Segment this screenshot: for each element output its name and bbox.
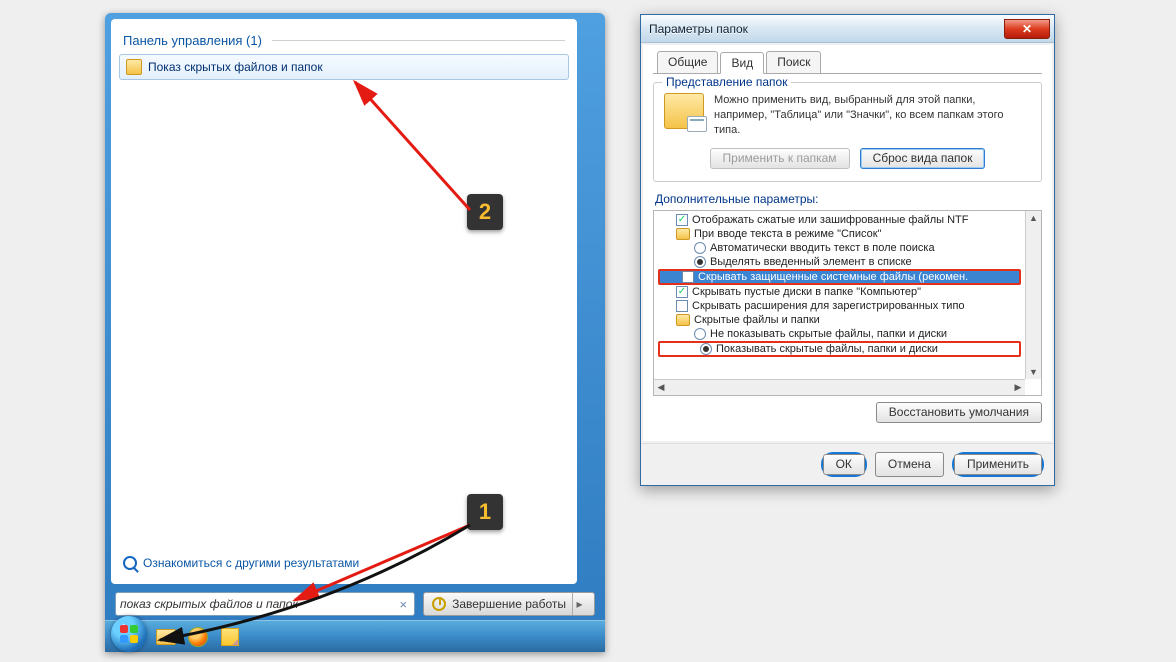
scroll-up-icon[interactable]: ▲: [1027, 211, 1041, 225]
clear-search-button[interactable]: ×: [397, 597, 411, 612]
scroll-down-icon[interactable]: ▼: [1027, 365, 1041, 379]
power-icon: [432, 597, 446, 611]
apply-to-folders-button: Применить к папкам: [710, 148, 850, 169]
folder-views-group: Представление папок Можно применить вид,…: [653, 82, 1042, 182]
start-menu-bottom-bar: × Завершение работы ▸: [111, 584, 599, 618]
vertical-scrollbar[interactable]: ▲ ▼: [1025, 211, 1041, 379]
radio-selected-icon: [694, 256, 706, 268]
ok-button[interactable]: ОК: [823, 454, 865, 475]
folder-options-icon: [126, 59, 142, 75]
restore-defaults-row: Восстановить умолчания: [653, 402, 1042, 423]
opt-hide-empty-drives[interactable]: ✓Скрывать пустые диски в папке "Компьюте…: [654, 285, 1025, 299]
cancel-button[interactable]: Отмена: [875, 452, 944, 477]
restore-defaults-button[interactable]: Восстановить умолчания: [876, 402, 1042, 423]
radio-icon: [694, 328, 706, 340]
close-icon: ✕: [1022, 22, 1032, 36]
checkbox-icon: ✓: [676, 214, 688, 226]
start-button[interactable]: [111, 616, 147, 652]
folder-views-group-title: Представление папок: [662, 75, 791, 89]
taskbar-sticky-notes[interactable]: [217, 626, 243, 648]
shutdown-button[interactable]: Завершение работы ▸: [423, 592, 595, 616]
folder-icon: [664, 93, 704, 129]
folder-icon: [676, 314, 690, 326]
folder-overlay-icon: [687, 116, 707, 132]
callout-2: 2: [467, 194, 503, 230]
taskbar-explorer[interactable]: [153, 626, 179, 648]
advanced-settings-tree[interactable]: ✓Отображать сжатые или зашифрованные фай…: [654, 211, 1025, 379]
tab-strip: Общие Вид Поиск: [653, 51, 1042, 74]
see-more-results-link[interactable]: Ознакомиться с другими результатами: [119, 550, 569, 578]
sticky-notes-icon: [221, 628, 239, 646]
folder-views-buttons: Применить к папкам Сброс вида папок: [664, 148, 1031, 169]
divider: [272, 40, 565, 41]
opt-dont-show-hidden[interactable]: Не показывать скрытые файлы, папки и дис…: [654, 327, 1025, 341]
results-category-header: Панель управления (1): [119, 25, 569, 52]
folder-icon: [676, 228, 690, 240]
start-menu: Панель управления (1) Показ скрытых файл…: [105, 13, 605, 652]
folder-views-desc: Можно применить вид, выбранный для этой …: [664, 93, 1031, 138]
opt-hide-protected[interactable]: ✓Скрывать защищенные системные файлы (ре…: [658, 269, 1021, 285]
search-icon: [123, 556, 137, 570]
explorer-icon: [156, 629, 176, 645]
checkbox-unchecked-icon: ✓: [682, 271, 694, 283]
callout-1: 1: [467, 494, 503, 530]
checkbox-unchecked-icon: ✓: [676, 300, 688, 312]
opt-ntfs-colors[interactable]: ✓Отображать сжатые или зашифрованные фай…: [654, 213, 1025, 227]
more-results-label: Ознакомиться с другими результатами: [143, 556, 359, 570]
windows-logo-icon: [120, 625, 138, 643]
shutdown-label: Завершение работы: [452, 597, 566, 611]
radio-selected-icon: [700, 343, 712, 355]
advanced-settings-list: ✓Отображать сжатые или зашифрованные фай…: [653, 210, 1042, 396]
checkbox-icon: ✓: [676, 286, 688, 298]
scroll-left-icon[interactable]: ◀: [654, 380, 668, 394]
scroll-right-icon[interactable]: ▶: [1011, 380, 1025, 394]
opt-list-mode-group: При вводе текста в режиме "Список": [654, 227, 1025, 241]
result-label: Показ скрытых файлов и папок: [148, 60, 323, 74]
apply-button[interactable]: Применить: [954, 454, 1042, 475]
opt-highlight-item[interactable]: Выделять введенный элемент в списке: [654, 255, 1025, 269]
result-show-hidden-files[interactable]: Показ скрытых файлов и папок: [119, 54, 569, 80]
highlight-ok: ОК: [821, 452, 867, 477]
spacer: [119, 82, 569, 550]
opt-hidden-group: Скрытые файлы и папки: [654, 313, 1025, 327]
reset-folder-views-button[interactable]: Сброс вида папок: [860, 148, 986, 169]
highlight-apply: Применить: [952, 452, 1044, 477]
dialog-body: Общие Вид Поиск Представление папок Можн…: [643, 45, 1052, 441]
tab-view[interactable]: Вид: [720, 52, 764, 74]
dialog-title: Параметры папок: [649, 22, 1004, 36]
shutdown-arrow[interactable]: ▸: [572, 593, 586, 615]
tab-search[interactable]: Поиск: [766, 51, 821, 73]
taskbar: [105, 620, 605, 652]
firefox-icon: [188, 627, 208, 647]
folder-options-dialog: Параметры папок ✕ Общие Вид Поиск Предст…: [640, 14, 1055, 486]
dialog-footer: ОК Отмена Применить: [641, 443, 1054, 485]
tab-general[interactable]: Общие: [657, 51, 718, 73]
dialog-title-bar[interactable]: Параметры папок ✕: [641, 15, 1054, 43]
start-search-box[interactable]: ×: [115, 592, 415, 616]
close-button[interactable]: ✕: [1004, 19, 1050, 39]
opt-auto-search[interactable]: Автоматически вводить текст в поле поиск…: [654, 241, 1025, 255]
start-menu-results-panel: Панель управления (1) Показ скрытых файл…: [111, 19, 577, 584]
advanced-settings-label: Дополнительные параметры:: [655, 192, 1042, 206]
results-category-label: Панель управления (1): [123, 33, 262, 48]
start-search-input[interactable]: [120, 597, 397, 611]
radio-icon: [694, 242, 706, 254]
opt-show-hidden[interactable]: Показывать скрытые файлы, папки и диски: [658, 341, 1021, 357]
taskbar-firefox[interactable]: [185, 626, 211, 648]
opt-hide-extensions[interactable]: ✓Скрывать расширения для зарегистрирован…: [654, 299, 1025, 313]
horizontal-scrollbar[interactable]: ◀ ▶: [654, 379, 1025, 395]
